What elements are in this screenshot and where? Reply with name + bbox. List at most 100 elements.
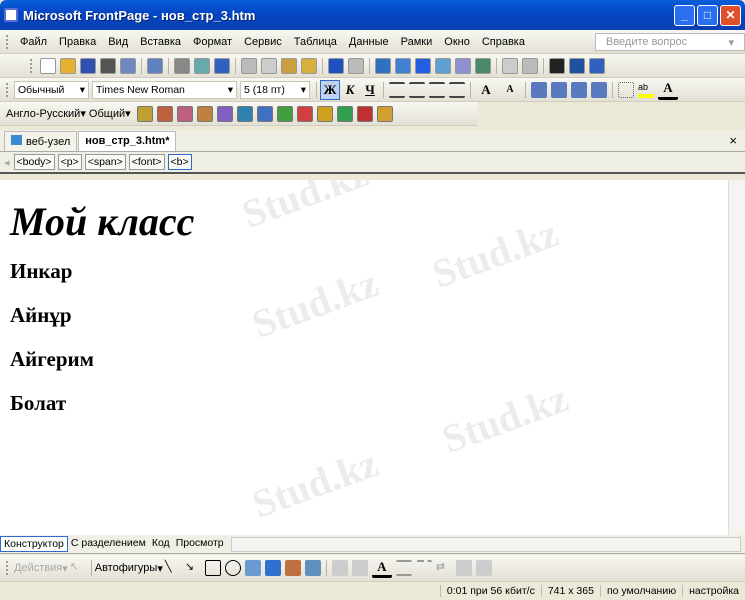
font-color-icon[interactable]: A	[658, 80, 678, 100]
refresh-icon[interactable]	[502, 57, 518, 74]
picture-icon[interactable]	[435, 57, 451, 74]
toolbar-grip[interactable]	[6, 82, 9, 97]
minimize-button[interactable]: _	[674, 4, 695, 26]
bold-button[interactable]: Ж	[320, 79, 340, 100]
design-view-editor[interactable]: Мой класс Инкар Айнұр Айгерим Болат Stud.kz…	[0, 180, 728, 535]
quick-tag[interactable]: <p>	[57, 154, 82, 170]
balloon-icon[interactable]	[316, 105, 333, 122]
new-icon[interactable]	[40, 57, 56, 74]
preview-icon[interactable]	[194, 57, 210, 74]
general-select[interactable]: Общий	[89, 108, 125, 120]
save-icon[interactable]	[80, 57, 96, 74]
menu-item[interactable]: Правка	[53, 36, 102, 48]
line-style-icon[interactable]	[395, 560, 412, 576]
actions-menu[interactable]: Действия	[14, 562, 62, 574]
default-mode[interactable]: по умолчанию	[599, 585, 682, 597]
dictionary-select[interactable]: Англо-Русский	[6, 108, 80, 120]
wordart-icon[interactable]	[264, 560, 281, 576]
toolbar-grip[interactable]	[30, 58, 33, 73]
decrease-indent-icon[interactable]	[571, 81, 587, 98]
view-tab[interactable]: Конструктор	[0, 536, 68, 552]
highlight-icon[interactable]: ab	[638, 82, 654, 98]
horizontal-scrollbar[interactable]	[230, 536, 741, 552]
insert-table-icon[interactable]	[395, 57, 411, 74]
form4-icon[interactable]	[216, 105, 233, 122]
arrow-icon[interactable]: ↘	[185, 560, 201, 576]
close-button[interactable]: ✕	[720, 4, 741, 26]
translate-icon[interactable]	[136, 105, 153, 122]
find-icon[interactable]	[100, 57, 116, 74]
quick-tag[interactable]: <span>	[84, 154, 126, 170]
menu-item[interactable]: Окно	[438, 36, 476, 48]
search-doc-icon[interactable]	[256, 105, 273, 122]
drawing-icon[interactable]	[455, 57, 471, 74]
books-icon[interactable]	[236, 105, 253, 122]
tab-page[interactable]: нов_стр_3.htm*	[78, 131, 177, 151]
form1-icon[interactable]	[156, 105, 173, 122]
shadow-icon[interactable]	[455, 560, 472, 576]
anchor-icon[interactable]	[569, 57, 585, 74]
line-icon[interactable]: ╲	[165, 560, 181, 576]
decrease-font-icon[interactable]: A	[500, 80, 520, 100]
view-tab[interactable]: Код	[149, 536, 173, 552]
borders-icon[interactable]	[618, 81, 634, 98]
menu-item[interactable]: Справка	[476, 36, 531, 48]
dash-style-icon[interactable]	[415, 560, 432, 576]
drawing-font-color-icon[interactable]: A	[371, 558, 392, 578]
menu-item[interactable]: Таблица	[288, 36, 343, 48]
tab-web-site[interactable]: веб-узел	[4, 131, 78, 151]
menu-item[interactable]: Сервис	[238, 36, 288, 48]
autoshapes-menu[interactable]: Автофигуры	[95, 562, 158, 574]
3d-icon[interactable]	[475, 560, 492, 576]
format-painter-icon[interactable]	[301, 57, 317, 74]
textbox-icon[interactable]	[244, 560, 261, 576]
menu-item[interactable]: Файл	[14, 36, 53, 48]
quick-tag[interactable]: <b>	[167, 154, 192, 170]
oval-icon[interactable]	[224, 560, 241, 576]
layer-icon[interactable]	[415, 57, 431, 74]
ask-question-input[interactable]: Введите вопрос ▾	[595, 32, 745, 51]
menu-item[interactable]: Вставка	[134, 36, 187, 48]
toolbar-grip[interactable]	[6, 34, 9, 49]
help-icon[interactable]	[589, 57, 605, 74]
font-size-select[interactable]: 5 (18 пт) ▾	[240, 80, 310, 99]
style-select[interactable]: Обычный ▾	[14, 80, 89, 99]
vertical-scrollbar[interactable]	[728, 180, 745, 535]
folder-list-icon[interactable]	[147, 57, 163, 74]
help-doc-icon[interactable]	[376, 105, 393, 122]
copy-icon[interactable]	[261, 57, 277, 74]
insert-picture-icon[interactable]	[304, 560, 321, 576]
form2-icon[interactable]	[176, 105, 193, 122]
show-all-icon[interactable]	[549, 57, 565, 74]
quick-tag[interactable]: <body>	[13, 154, 55, 170]
publish-icon[interactable]	[120, 57, 136, 74]
underline-button[interactable]: Ч	[360, 80, 380, 100]
italic-button[interactable]: К	[340, 80, 360, 100]
font-select[interactable]: Times New Roman ▾	[92, 80, 237, 99]
line-color-icon[interactable]	[351, 560, 368, 576]
print-icon[interactable]	[174, 57, 190, 74]
bullet-list-icon[interactable]	[551, 81, 567, 98]
stop-icon[interactable]	[522, 57, 538, 74]
increase-indent-icon[interactable]	[591, 81, 607, 98]
increase-font-icon[interactable]: A	[476, 80, 496, 100]
library-icon[interactable]	[336, 105, 353, 122]
quick-tag[interactable]: <font>	[128, 154, 165, 170]
align-left-icon[interactable]	[389, 81, 405, 98]
form3-icon[interactable]	[196, 105, 213, 122]
undo-icon[interactable]	[328, 57, 344, 74]
maximize-button[interactable]: □	[697, 4, 718, 26]
close-document-button[interactable]: ×	[729, 133, 737, 148]
tools-icon[interactable]	[356, 105, 373, 122]
view-tab[interactable]: С разделением	[68, 536, 149, 552]
paste-icon[interactable]	[281, 57, 297, 74]
menu-item[interactable]: Вид	[102, 36, 134, 48]
hyperlink-icon[interactable]	[475, 57, 491, 74]
rectangle-icon[interactable]	[204, 560, 221, 576]
menu-item[interactable]: Данные	[343, 36, 395, 48]
open-icon[interactable]	[60, 57, 76, 74]
numbered-list-icon[interactable]	[531, 81, 547, 98]
align-center-icon[interactable]	[409, 81, 425, 98]
menu-item[interactable]: Рамки	[395, 36, 439, 48]
redo-icon[interactable]	[348, 57, 364, 74]
